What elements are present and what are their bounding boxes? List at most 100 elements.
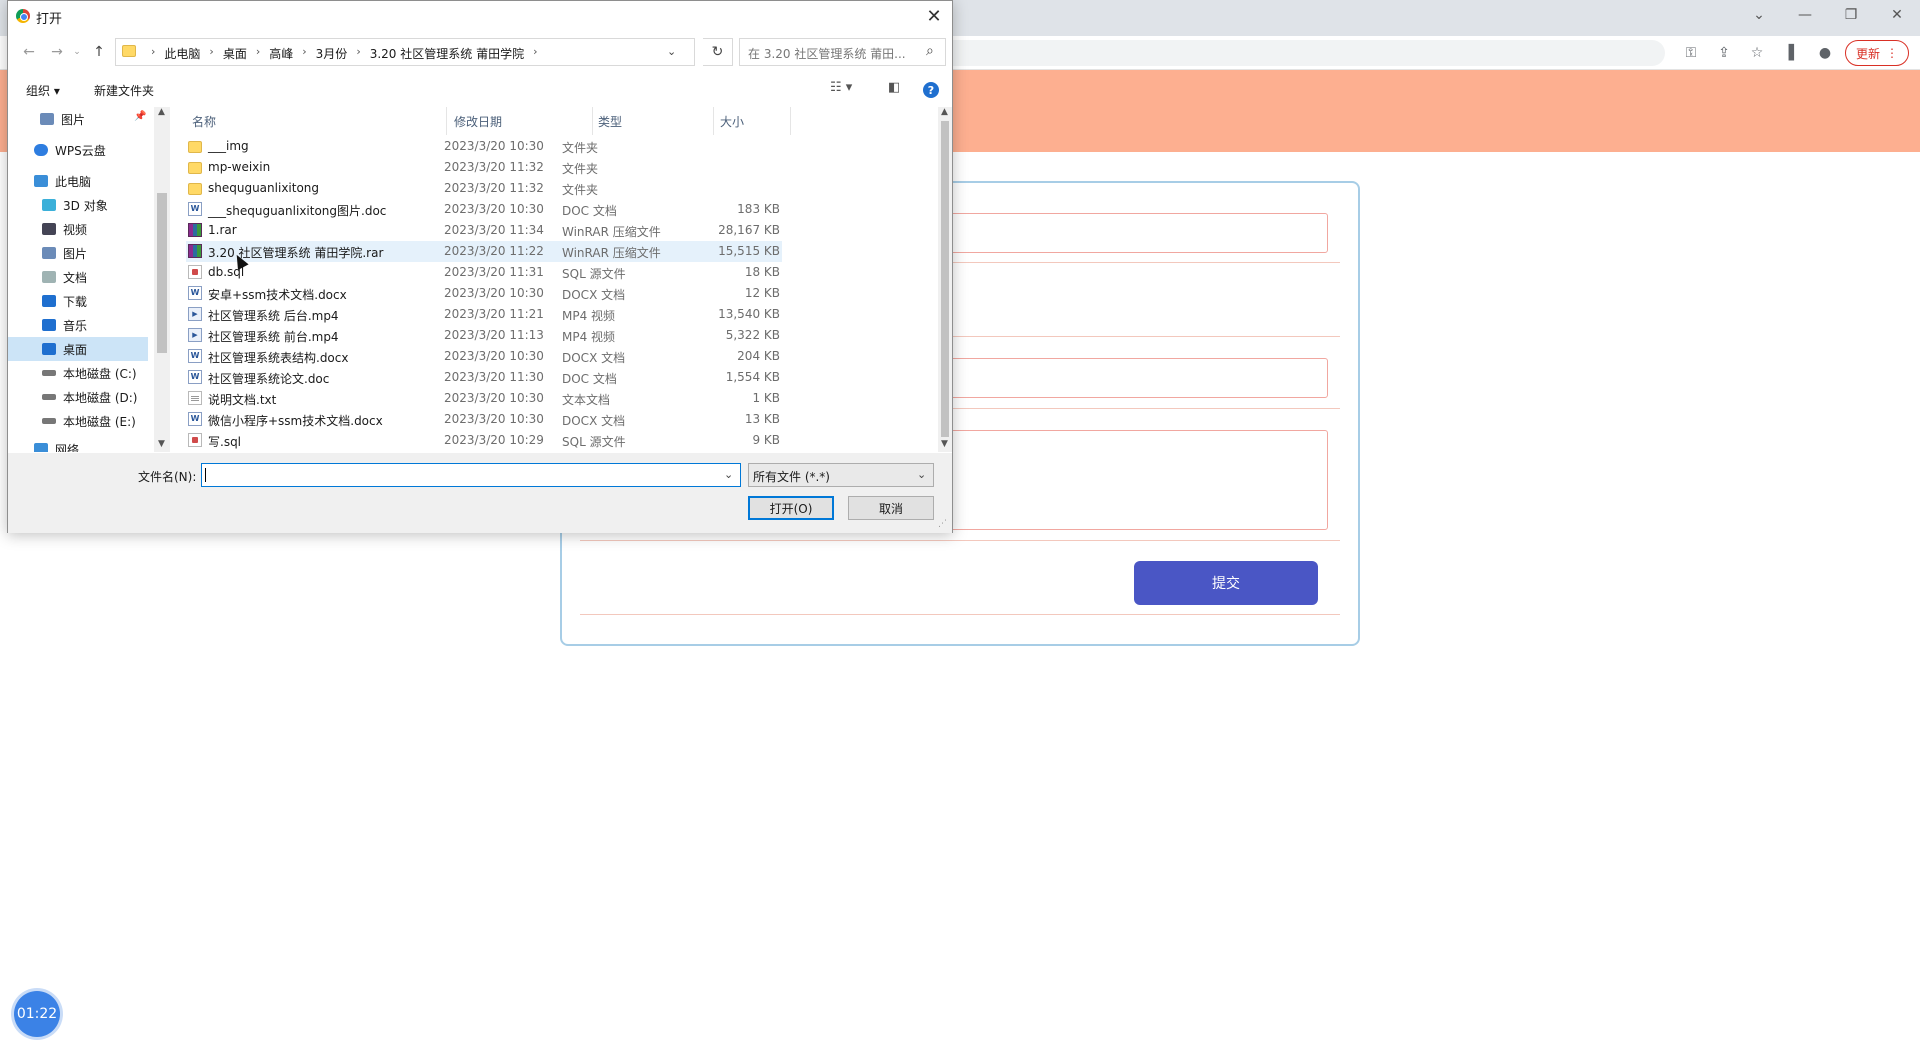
music-icon [42, 319, 56, 331]
file-size: 13 KB [744, 412, 780, 426]
scroll-down-icon[interactable]: ▼ [158, 439, 165, 449]
cloud-icon [34, 144, 48, 156]
minimize-button[interactable]: — [1782, 0, 1828, 30]
file-row[interactable]: 社区管理系统表结构.docx 2023/3/20 10:30 DOCX 文档 204 … [186, 346, 782, 367]
nav-item-drive-d[interactable]: 本地磁盘 (D:) [8, 385, 148, 409]
file-date: 2023/3/20 11:13 [444, 328, 544, 342]
scroll-up-icon[interactable]: ▲ [941, 107, 948, 117]
profile-icon[interactable]: ● [1814, 42, 1836, 64]
file-type: SQL 源文件 [562, 435, 626, 449]
scroll-thumb[interactable] [941, 121, 949, 437]
file-row[interactable]: 1.rar 2023/3/20 11:34 WinRAR 压缩文件 28,167 KB [186, 220, 782, 241]
column-header-type[interactable]: 类型 [598, 113, 622, 130]
file-row[interactable]: 社区管理系统论文.doc 2023/3/20 11:30 DOC 文档 1,554 K… [186, 367, 782, 388]
nav-item-documents[interactable]: 文档 [8, 265, 148, 289]
view-options-icon[interactable]: ☷ ▾ [830, 80, 852, 95]
nav-scrollbar[interactable]: ▲ ▼ [154, 107, 170, 452]
nav-item-pictures-pinned[interactable]: 图片 📌 [8, 107, 148, 131]
cancel-button[interactable]: 取消 [848, 496, 934, 520]
chevron-down-icon[interactable]: ⌄ [724, 468, 733, 481]
file-row[interactable]: ___img 2023/3/20 10:30 文件夹 [186, 136, 782, 157]
word-icon [188, 286, 202, 300]
nav-item-videos[interactable]: 视频 [8, 217, 148, 241]
breadcrumb-item[interactable]: 高峰 [269, 45, 293, 62]
breadcrumb-item[interactable]: 此电脑 [164, 45, 200, 62]
filetype-select[interactable]: 所有文件 (*.*) ⌄ [748, 463, 934, 487]
sidebar-icon[interactable]: ▌ [1783, 42, 1805, 64]
scroll-down-icon[interactable]: ▼ [941, 439, 948, 449]
pictures-icon [40, 113, 54, 125]
pin-icon: 📌 [134, 111, 147, 122]
open-file-dialog: 打开 ✕ ← → ⌄ ↑ › 此电脑 › 桌面 › 高峰 › 3月份 › 3.2… [7, 0, 953, 533]
column-divider [592, 107, 593, 135]
list-scrollbar[interactable]: ▲ ▼ [938, 107, 952, 452]
dialog-close-button[interactable]: ✕ [922, 4, 946, 28]
file-row[interactable]: mp-weixin 2023/3/20 11:32 文件夹 [186, 157, 782, 178]
open-button[interactable]: 打开(O) [748, 496, 834, 520]
file-name: shequguanlixitong [208, 181, 320, 195]
nav-item-drive-c[interactable]: 本地磁盘 (C:) [8, 361, 148, 385]
breadcrumb-bar[interactable]: › 此电脑 › 桌面 › 高峰 › 3月份 › 3.20 社区管理系统 莆田学院… [115, 38, 695, 66]
resize-grip-icon[interactable]: ⋰ [938, 519, 948, 529]
breadcrumb-item[interactable]: 3.20 社区管理系统 莆田学院 [370, 45, 524, 62]
window-close-button[interactable]: ✕ [1874, 0, 1920, 30]
share-icon[interactable]: ⇪ [1713, 42, 1735, 64]
timer-badge[interactable]: 01:22 [14, 991, 60, 1037]
refresh-icon[interactable]: ↻ [703, 38, 733, 66]
nav-label: 音乐 [63, 318, 88, 333]
help-icon[interactable]: ? [923, 82, 939, 98]
nav-item-wps-cloud[interactable]: WPS云盘 [8, 138, 148, 162]
nav-label: WPS云盘 [55, 143, 106, 158]
column-header-date[interactable]: 修改日期 [454, 113, 502, 130]
address-bar[interactable] [940, 40, 1665, 66]
column-header-name[interactable]: 名称 [192, 113, 216, 130]
file-list: ^ 名称 修改日期 类型 大小 ___img 2023/3/20 10:30 文件夹… [178, 107, 938, 452]
file-row[interactable]: 3.20 社区管理系统 莆田学院.rar 2023/3/20 11:22 WinRA… [186, 241, 782, 262]
breadcrumb-item[interactable]: 桌面 [223, 45, 247, 62]
file-row[interactable]: 社区管理系统 后台.mp4 2023/3/20 11:21 MP4 视频 13,540… [186, 304, 782, 325]
nav-item-network[interactable]: 网络 [8, 437, 148, 452]
file-row[interactable]: 微信小程序+ssm技术文档.docx 2023/3/20 10:30 DOCX 文档… [186, 409, 782, 430]
form-textarea[interactable] [948, 430, 1328, 530]
up-arrow-icon[interactable]: ↑ [88, 41, 110, 63]
nav-item-this-pc[interactable]: 此电脑 [8, 169, 148, 193]
tab-search-icon[interactable]: ⌄ [1736, 0, 1782, 30]
file-row[interactable]: 说明文档.txt 2023/3/20 10:30 文本文档 1 KB [186, 388, 782, 409]
scroll-thumb[interactable] [157, 193, 167, 353]
update-button[interactable]: 更新 ⋮ [1845, 40, 1909, 66]
form-input-1[interactable] [948, 213, 1328, 253]
chevron-down-icon[interactable]: ⌄ [667, 45, 676, 58]
column-header-size[interactable]: 大小 [720, 113, 744, 130]
nav-item-3d-objects[interactable]: 3D 对象 [8, 193, 148, 217]
preview-pane-icon[interactable]: ◧ [888, 80, 900, 95]
file-row[interactable]: ___shequguanlixitong图片.doc 2023/3/20 10:3… [186, 199, 782, 220]
nav-item-downloads[interactable]: 下载 [8, 289, 148, 313]
restore-button[interactable]: ❐ [1828, 0, 1874, 30]
file-type: DOCX 文档 [562, 414, 626, 428]
file-type: DOC 文档 [562, 372, 617, 386]
star-icon[interactable]: ☆ [1746, 42, 1768, 64]
file-date: 2023/3/20 11:31 [444, 265, 544, 279]
new-folder-button[interactable]: 新建文件夹 [94, 82, 154, 99]
file-row[interactable]: 社区管理系统 前台.mp4 2023/3/20 11:13 MP4 视频 5,322 … [186, 325, 782, 346]
nav-item-drive-e[interactable]: 本地磁盘 (E:) [8, 409, 148, 433]
file-row[interactable]: db.sql 2023/3/20 11:31 SQL 源文件 18 KB [186, 262, 782, 283]
submit-button[interactable]: 提交 [1134, 561, 1318, 605]
form-input-2[interactable] [948, 358, 1328, 398]
filename-input[interactable]: ⌄ [201, 463, 741, 487]
search-input[interactable]: 在 3.20 社区管理系统 莆田... ⌕ [739, 38, 946, 66]
nav-item-music[interactable]: 音乐 [8, 313, 148, 337]
recent-chevron-icon[interactable]: ⌄ [70, 41, 84, 63]
back-arrow-icon[interactable]: ← [18, 41, 40, 63]
file-row[interactable]: 安卓+ssm技术文档.docx 2023/3/20 10:30 DOCX 文档 12 … [186, 283, 782, 304]
download-icon [42, 295, 56, 307]
forward-arrow-icon[interactable]: → [46, 41, 68, 63]
nav-item-pictures[interactable]: 图片 [8, 241, 148, 265]
key-icon[interactable]: ⚿ [1680, 42, 1702, 64]
file-row[interactable]: 写.sql 2023/3/20 10:29 SQL 源文件 9 KB [186, 430, 782, 451]
file-row[interactable]: shequguanlixitong 2023/3/20 11:32 文件夹 [186, 178, 782, 199]
organize-menu[interactable]: 组织 ▾ [26, 82, 60, 99]
scroll-up-icon[interactable]: ▲ [158, 107, 165, 117]
breadcrumb-item[interactable]: 3月份 [316, 45, 348, 62]
nav-item-desktop[interactable]: 桌面 [8, 337, 148, 361]
